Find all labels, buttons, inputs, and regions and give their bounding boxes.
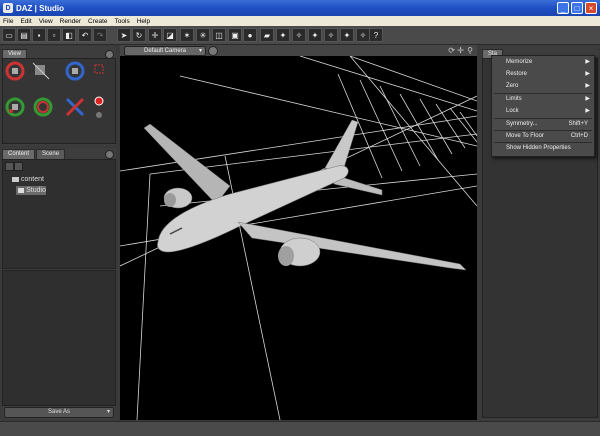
info-icon[interactable] [96,112,102,118]
tab-scene[interactable]: Scene [36,149,66,159]
new-file-icon[interactable]: ▭ [2,28,16,42]
main-toolbar: ▭ ▤ ▪ ▫ ◧ ↶ ↷ ➤ ↻ ✛ ◪ ✶ ✳ ◫ ▣ ● ▰ ✦ ✧ ✦ … [0,26,600,45]
record-icon[interactable] [94,96,104,106]
viewport-options-icon[interactable] [208,46,218,56]
folder-icon [18,188,25,193]
universal-tool-icon[interactable]: ✶ [180,28,194,42]
context-menu: Memorize ▶ Restore ▶ Zero ▶ Limits ▶ Lock ▶ S… [491,55,595,157]
content-panel: Content Scene content Studio Save As ▾ [2,148,116,420]
view-controls [5,61,104,118]
dolly-icon[interactable] [65,97,85,117]
camera-icon[interactable]: ▰ [260,28,274,42]
menu-item-symmetry[interactable]: Symmetry... Shift+Y [492,119,594,129]
scale-icon[interactable]: ◪ [163,28,177,42]
menu-view[interactable]: View [39,18,53,25]
merge-icon[interactable]: ◧ [62,28,76,42]
menu-item-restore[interactable]: Restore ▶ [492,69,594,79]
menu-edit[interactable]: Edit [20,18,31,25]
submenu-arrow-icon: ▶ [585,83,590,89]
open-file-icon[interactable]: ▤ [17,28,31,42]
maximize-button[interactable]: □ [571,2,583,14]
3d-viewport[interactable] [120,56,477,420]
submenu-arrow-icon: ▶ [585,108,590,114]
menu-item-move-to-floor[interactable]: Move To Floor Ctrl+D [492,131,594,141]
menu-render[interactable]: Render [60,18,81,25]
node-select-icon[interactable]: ◫ [212,28,226,42]
light-spot-icon[interactable]: ✧ [292,28,306,42]
help-icon[interactable]: ? [369,28,383,42]
tree-item-studio[interactable]: Studio [16,186,46,195]
render-icon[interactable]: ● [243,28,257,42]
folder-icon [12,177,19,182]
status-bar [0,421,600,436]
save-as-icon[interactable]: ▫ [47,28,61,42]
minimize-button[interactable]: _ [557,2,569,14]
light-point-icon[interactable]: ✦ [276,28,290,42]
zoom-camera-icon[interactable]: ⚲ [467,46,473,55]
light-area-icon[interactable]: ✧ [324,28,338,42]
translate-icon[interactable]: ✛ [148,28,162,42]
view-panel: View [2,46,116,146]
light-extra-icon[interactable]: ✧ [356,28,370,42]
content-preview [2,270,116,406]
submenu-arrow-icon: ▶ [585,96,590,102]
rotate-x-icon[interactable] [5,61,25,81]
save-as-button[interactable]: Save As ▾ [4,407,114,418]
rotate-z-icon[interactable] [5,97,25,117]
chevron-down-icon: ▾ [198,48,202,54]
save-file-icon[interactable]: ▪ [32,28,46,42]
menu-item-limits[interactable]: Limits ▶ [492,94,594,104]
rotate-icon[interactable]: ↻ [132,28,146,42]
menu-file[interactable]: File [3,18,13,25]
frame-icon[interactable] [94,64,104,74]
menu-create[interactable]: Create [88,18,108,25]
surface-select-icon[interactable]: ▣ [228,28,242,42]
menu-item-zero[interactable]: Zero ▶ [492,81,594,91]
camera-select[interactable]: Default Camera ▾ [124,46,206,56]
submenu-arrow-icon: ▶ [585,71,590,77]
orbit-camera-icon[interactable]: ⟳ [448,46,455,55]
rotate-y-icon[interactable] [65,61,85,81]
pan-camera-icon[interactable]: ✛ [457,46,464,55]
viewport-header: Default Camera ▾ ⟳ ✛ ⚲ [120,45,477,56]
active-pose-icon[interactable]: ✳ [196,28,210,42]
menu-help[interactable]: Help [137,18,150,25]
menu-item-lock[interactable]: Lock ▶ [492,106,594,116]
title-bar: D DAZ | Studio _ □ × [0,0,600,16]
orbit-icon[interactable] [33,97,53,117]
menu-item-memorize[interactable]: Memorize ▶ [492,57,594,67]
tree-item-content[interactable]: content [12,176,44,183]
menu-item-show-hidden-properties[interactable]: Show Hidden Properties [492,143,594,153]
remove-icon[interactable] [14,162,23,171]
menu-bar: File Edit View Render Create Tools Help [0,16,600,26]
content-tree: content Studio [2,159,116,269]
viewport-scene [120,56,477,420]
close-button[interactable]: × [585,2,597,14]
submenu-arrow-icon: ▶ [585,59,590,65]
panel-options-icon[interactable] [105,150,114,159]
light-ibl-icon[interactable]: ✦ [340,28,354,42]
daz-logo-icon[interactable]: D [3,3,13,13]
menu-tools[interactable]: Tools [115,18,130,25]
select-arrow-icon[interactable]: ➤ [117,28,131,42]
chevron-down-icon: ▾ [106,409,110,415]
add-icon[interactable] [5,162,14,171]
tab-content[interactable]: Content [2,149,36,159]
window-title: DAZ | Studio [16,3,65,13]
light-distant-icon[interactable]: ✦ [308,28,322,42]
redo-icon[interactable]: ↷ [93,28,107,42]
undo-icon[interactable]: ↶ [78,28,92,42]
translate-xy-icon[interactable] [32,62,50,80]
